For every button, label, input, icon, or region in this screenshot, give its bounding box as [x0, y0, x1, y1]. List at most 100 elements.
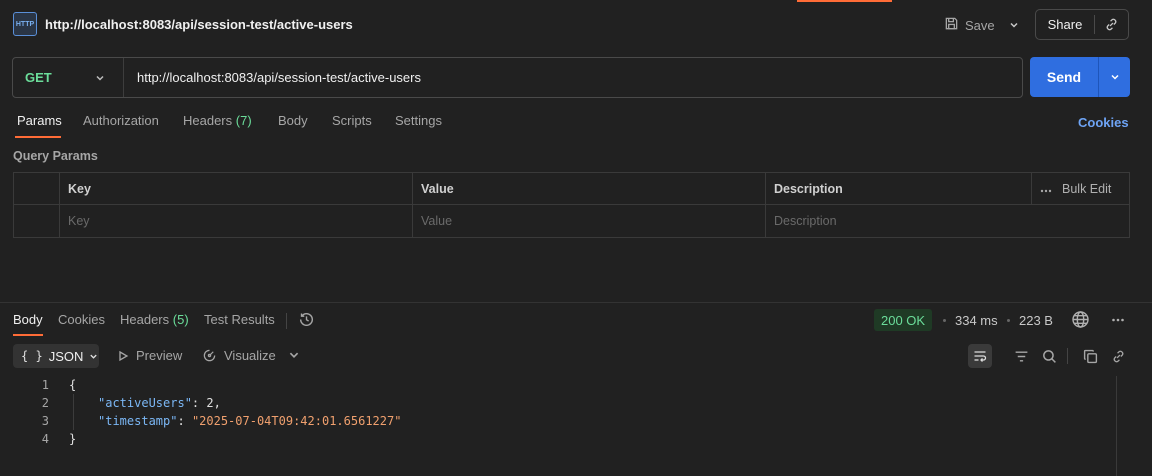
bulk-edit-label: Bulk Edit — [1062, 181, 1112, 196]
preview-label: Preview — [136, 348, 183, 363]
filter-icon[interactable] — [1011, 346, 1031, 366]
request-title[interactable]: http://localhost:8083/api/session-test/a… — [45, 17, 353, 32]
code-line: 3 "timestamp": "2025-07-04T09:42:01.6561… — [0, 412, 1116, 430]
tab-active-underline — [15, 136, 61, 138]
table-row: Key Value Description — [14, 205, 1129, 237]
preview-button[interactable]: Preview — [117, 348, 182, 363]
code-text: } — [69, 432, 76, 446]
json-string: "2025-07-04T09:42:01.6561227" — [191, 414, 402, 428]
share-button[interactable]: Share — [1036, 17, 1094, 32]
more-horizontal-icon — [1040, 182, 1052, 196]
table-header-row: Key Value Description Bulk Edit — [14, 173, 1129, 205]
code-line: 4 } — [0, 430, 1116, 448]
line-number: 4 — [41, 432, 49, 446]
json-brace: } — [69, 432, 77, 446]
http-icon-text: HTTP — [15, 20, 35, 28]
bulk-edit-button[interactable]: Bulk Edit — [1031, 173, 1131, 204]
send-button[interactable]: Send — [1030, 69, 1098, 85]
response-tab-underline — [13, 334, 43, 336]
description-input[interactable]: Description — [765, 205, 1131, 237]
cookies-link[interactable]: Cookies — [1078, 115, 1129, 130]
wrap-lines-button[interactable] — [968, 344, 992, 368]
response-body-editor[interactable]: 1 { 2 "activeUsers": 2, 3 "timestamp": "… — [0, 376, 1116, 448]
play-icon — [119, 350, 129, 361]
tab-headers[interactable]: Headers (7) — [183, 113, 252, 128]
braces-icon: { } — [21, 349, 43, 363]
tab-settings[interactable]: Settings — [395, 113, 442, 128]
response-divider[interactable] — [0, 302, 1152, 303]
response-tab-test-results[interactable]: Test Results — [204, 312, 275, 327]
line-number: 3 — [41, 414, 49, 428]
query-params-title: Query Params — [13, 149, 98, 163]
chevron-down-icon — [1010, 22, 1018, 28]
visualize-label: Visualize — [224, 348, 276, 363]
column-header-description: Description — [765, 173, 1031, 204]
link-icon — [1106, 18, 1117, 31]
copy-link-button[interactable] — [1095, 17, 1128, 32]
json-key: "timestamp" — [98, 414, 178, 428]
active-tab-indicator — [797, 0, 892, 2]
value-input[interactable]: Value — [412, 205, 765, 237]
response-time[interactable]: 334 ms — [955, 313, 998, 328]
request-tabs: Params Authorization Headers (7) Body Sc… — [0, 113, 1152, 139]
response-tab-headers-label: Headers — [120, 312, 170, 327]
chevron-down-icon — [1110, 74, 1119, 80]
tab-authorization[interactable]: Authorization — [83, 113, 159, 128]
column-header-key: Key — [59, 173, 412, 204]
save-options-button[interactable] — [1006, 13, 1022, 37]
visualize-button[interactable]: Visualize — [202, 348, 276, 363]
response-tab-cookies[interactable]: Cookies — [58, 312, 105, 327]
response-tab-headers-count: (5) — [172, 312, 189, 327]
separator-dot — [1007, 319, 1010, 322]
link-icon[interactable] — [1108, 346, 1128, 366]
save-button[interactable]: Save — [944, 13, 995, 37]
globe-icon[interactable] — [1071, 310, 1090, 332]
save-label: Save — [965, 17, 995, 33]
separator-dot — [943, 319, 946, 322]
method-select[interactable]: GET — [13, 58, 124, 97]
query-params-table: Key Value Description Bulk Edit Key Valu… — [13, 172, 1130, 238]
format-select[interactable]: { } JSON — [13, 344, 99, 368]
chevron-down-icon — [96, 75, 104, 81]
response-size[interactable]: 223 B — [1019, 313, 1053, 328]
chevron-down-icon — [90, 354, 98, 359]
save-icon — [944, 16, 959, 34]
status-badge[interactable]: 200 OK — [874, 309, 933, 331]
indent-guide — [73, 394, 74, 430]
code-text: "activeUsers": 2, — [98, 396, 221, 410]
copy-icon[interactable] — [1080, 346, 1100, 366]
json-key: "activeUsers" — [98, 396, 192, 410]
code-line: 2 "activeUsers": 2, — [0, 394, 1116, 412]
column-header-value: Value — [412, 173, 765, 204]
toolbar-divider — [1067, 348, 1068, 364]
tab-body[interactable]: Body — [278, 113, 308, 128]
http-request-icon: HTTP — [13, 12, 37, 36]
line-number: 1 — [41, 378, 49, 392]
response-tab-body[interactable]: Body — [13, 312, 43, 327]
response-tab-headers[interactable]: Headers (5) — [120, 312, 189, 327]
tabs-divider — [286, 313, 287, 329]
visualize-options-button[interactable] — [288, 348, 300, 365]
json-brace: { — [69, 378, 77, 392]
method-label: GET — [25, 70, 52, 85]
url-bar: GET http://localhost:8083/api/session-te… — [12, 57, 1023, 98]
key-input[interactable]: Key — [59, 205, 412, 237]
send-options-button[interactable] — [1099, 72, 1130, 82]
tab-scripts[interactable]: Scripts — [332, 113, 372, 128]
editor-scrollbar[interactable] — [1116, 376, 1130, 476]
code-line: 1 { — [0, 376, 1116, 394]
url-input[interactable]: http://localhost:8083/api/session-test/a… — [124, 70, 1022, 85]
more-options-icon[interactable] — [1111, 313, 1125, 330]
tab-params[interactable]: Params — [17, 113, 62, 128]
wrap-lines-icon — [974, 351, 987, 362]
search-icon[interactable] — [1039, 346, 1059, 366]
send-group: Send — [1030, 57, 1130, 97]
json-number: 2 — [206, 396, 214, 410]
history-icon[interactable] — [298, 311, 315, 331]
tab-headers-count: (7) — [235, 113, 252, 128]
line-number: 2 — [41, 396, 49, 410]
share-group: Share — [1035, 9, 1129, 40]
format-label: JSON — [48, 348, 84, 364]
visualize-icon — [203, 349, 216, 362]
chevron-down-icon — [289, 352, 299, 358]
